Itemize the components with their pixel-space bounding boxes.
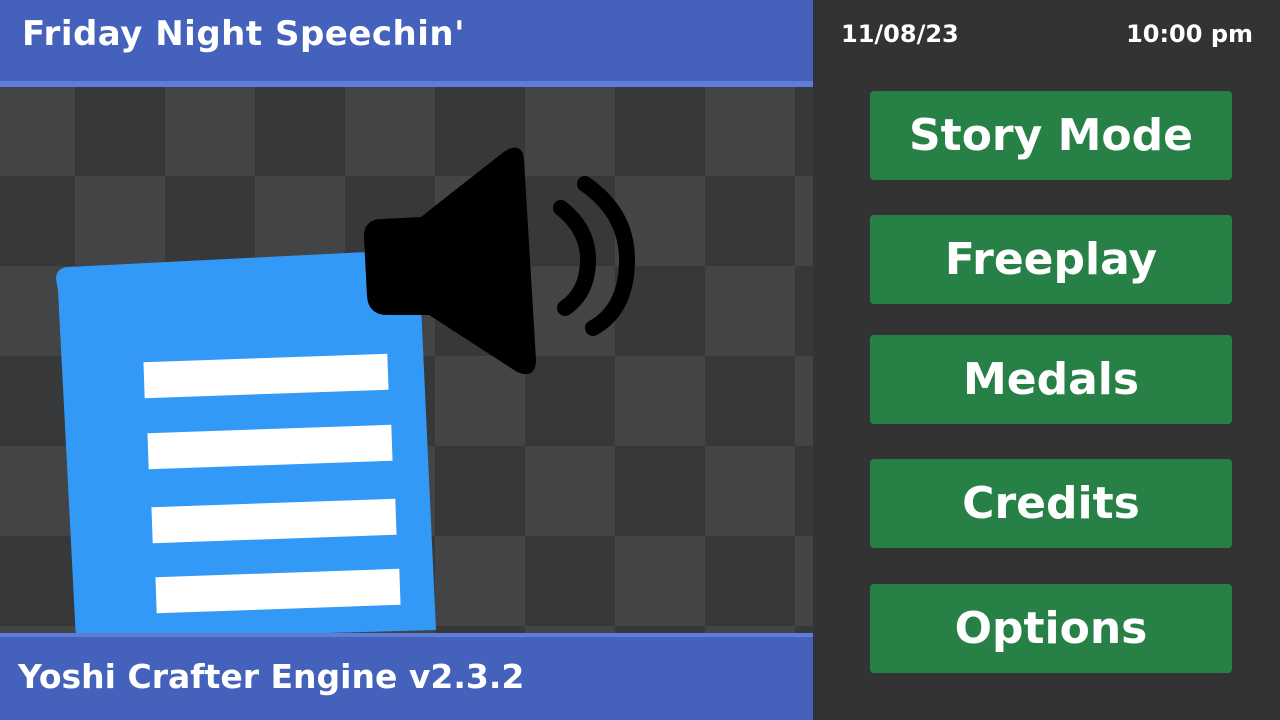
time-label: 10:00 pm	[1126, 20, 1253, 48]
game-logo	[56, 147, 636, 640]
freeplay-button[interactable]: Freeplay	[870, 215, 1232, 304]
footer-bar: Yoshi Crafter Engine v2.3.2	[0, 633, 813, 720]
title-bar: Friday Night Speechin'	[0, 0, 813, 87]
credits-button[interactable]: Credits	[870, 459, 1232, 548]
main-menu-screen: Friday Night Speechin' Yoshi Crafter Eng…	[0, 0, 1280, 720]
options-button[interactable]: Options	[870, 584, 1232, 673]
main-menu: Story Mode Freeplay Medals Credits Optio…	[870, 91, 1232, 708]
engine-version-label: Yoshi Crafter Engine v2.3.2	[18, 657, 525, 696]
story-mode-button[interactable]: Story Mode	[870, 91, 1232, 180]
medals-button[interactable]: Medals	[870, 335, 1232, 424]
menu-pane: 11/08/23 10:00 pm Story Mode Freeplay Me…	[813, 0, 1280, 720]
sound-waves-icon	[553, 176, 636, 336]
date-label: 11/08/23	[841, 20, 959, 48]
logo-pane: Friday Night Speechin' Yoshi Crafter Eng…	[0, 0, 813, 720]
game-title: Friday Night Speechin'	[22, 14, 466, 54]
